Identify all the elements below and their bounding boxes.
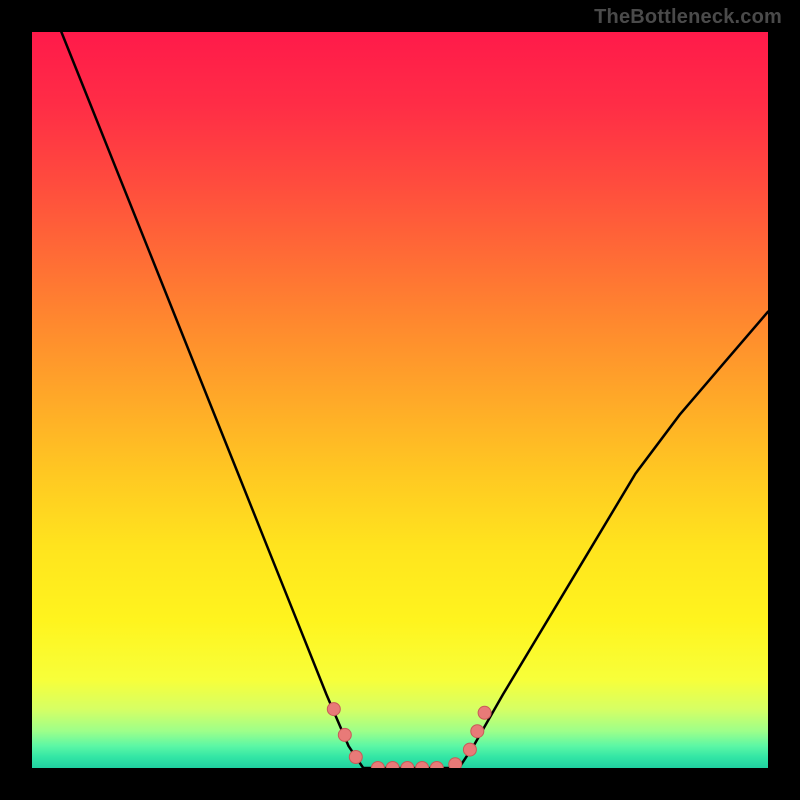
- plot-area: [32, 32, 768, 768]
- data-marker: [349, 751, 362, 764]
- watermark-text: TheBottleneck.com: [594, 6, 782, 29]
- data-marker: [371, 762, 384, 769]
- data-marker: [401, 762, 414, 769]
- chart-frame: TheBottleneck.com: [0, 0, 800, 800]
- data-marker: [478, 706, 491, 719]
- data-marker: [327, 703, 340, 716]
- data-marker: [449, 758, 462, 768]
- bottleneck-curve: [32, 32, 768, 768]
- data-marker: [416, 762, 429, 769]
- data-marker: [430, 762, 443, 769]
- curve-right-branch: [459, 312, 768, 768]
- data-marker: [463, 743, 476, 756]
- data-marker: [386, 762, 399, 769]
- data-marker: [471, 725, 484, 738]
- data-marker: [338, 728, 351, 741]
- curve-left-branch: [61, 32, 363, 768]
